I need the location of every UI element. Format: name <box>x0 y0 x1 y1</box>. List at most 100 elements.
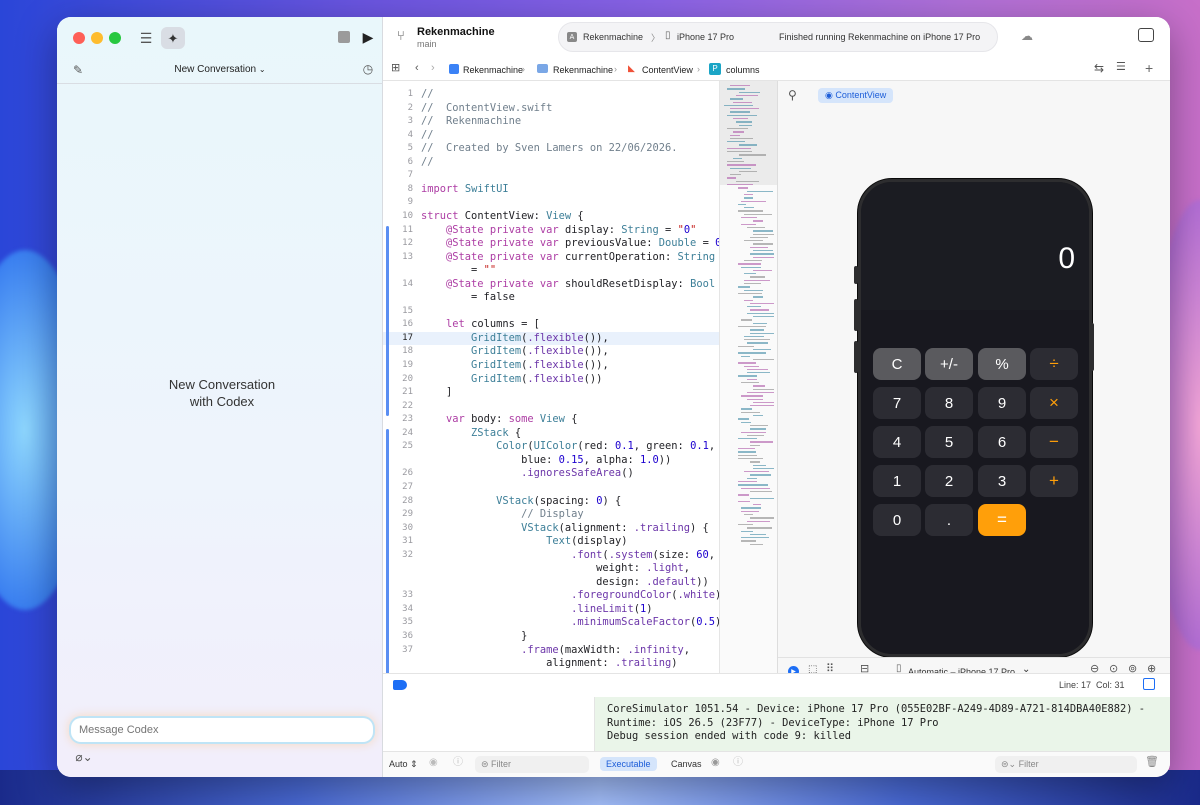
calc-button-multiply[interactable]: × <box>1030 387 1078 419</box>
breadcrumb-item-file[interactable]: ContentView <box>642 65 693 75</box>
calc-button-divide[interactable]: ÷ <box>1030 348 1078 380</box>
eye-icon[interactable]: ◉ <box>429 758 438 768</box>
calc-button-four[interactable]: 4 <box>873 426 921 458</box>
run-icon[interactable]: ▶ <box>361 29 375 45</box>
breadcrumb-item-project[interactable]: Rekenmachine <box>463 65 523 75</box>
calc-button-minus[interactable]: − <box>1030 426 1078 458</box>
minimap-line <box>738 263 761 265</box>
minimap-line <box>739 91 760 93</box>
trash-icon[interactable]: 🗑 <box>1145 757 1159 768</box>
minimap-line <box>750 517 774 519</box>
calc-button-two[interactable]: 2 <box>925 465 973 497</box>
scheme-selector[interactable]: Rekenmachine <box>583 32 643 42</box>
cloud-icon[interactable]: ☁ <box>1021 30 1033 42</box>
minimap-line <box>741 537 770 539</box>
add-editor-icon[interactable]: + <box>1145 61 1153 75</box>
line-number: 5 <box>407 143 413 154</box>
minimap-line <box>750 329 765 331</box>
info-icon[interactable]: ⓘ <box>453 758 463 768</box>
swap-icon[interactable]: ⇆ <box>1094 62 1104 74</box>
code-text: = "" <box>421 264 497 277</box>
zoom-window-button[interactable] <box>109 32 121 44</box>
code-text: struct ContentView: View { <box>421 209 584 222</box>
empty-state-message: New Conversation with Codex <box>57 376 387 410</box>
minimap-line <box>753 401 774 404</box>
sparkle-assistant-icon[interactable]: ✦ <box>161 27 185 49</box>
calc-button-one[interactable]: 1 <box>873 465 921 497</box>
minimap-line <box>744 213 773 216</box>
code-text: GridItem(.flexible()), <box>471 345 609 358</box>
branch-name: main <box>417 39 437 49</box>
minimize-window-button[interactable] <box>91 32 103 44</box>
minimap-line <box>738 325 767 328</box>
code-text: ] <box>421 386 453 399</box>
executable-tab[interactable]: Executable <box>600 757 657 771</box>
minimap-line <box>747 527 772 529</box>
variables-filter-field[interactable]: ⊜ Filter <box>475 756 589 773</box>
calc-button-three[interactable]: 3 <box>978 465 1026 497</box>
conversation-title-menu[interactable]: New Conversation ⌄ <box>57 64 383 75</box>
minimap-line <box>753 256 774 258</box>
canvas-tab[interactable]: Canvas <box>671 759 702 769</box>
breadcrumb-item-folder[interactable]: Rekenmachine <box>553 65 613 75</box>
calc-button-percent[interactable]: % <box>978 348 1026 380</box>
stop-icon[interactable] <box>338 31 350 43</box>
grid-icon[interactable]: ⊞ <box>391 63 400 74</box>
minimap-line <box>741 510 760 513</box>
phone-side-button <box>1090 323 1094 371</box>
minimap-line <box>750 246 768 249</box>
info-icon[interactable]: ⓘ <box>733 758 743 768</box>
project-name[interactable]: Rekenmachine <box>417 26 495 38</box>
history-icon[interactable]: ◷ <box>361 62 375 76</box>
message-input[interactable] <box>71 718 373 742</box>
minimap[interactable] <box>719 81 778 685</box>
debug-area-bar: Line: 17 Col: 31 <box>383 673 1170 697</box>
codex-sidebar: ☰ ✦ ✎ New Conversation ⌄ ◷ New Conversat… <box>57 17 383 777</box>
calc-button-five[interactable]: 5 <box>925 426 973 458</box>
device-selector[interactable]: iPhone 17 Pro <box>677 32 734 42</box>
code-text: // ContentView.swift <box>421 101 553 114</box>
minimap-line <box>750 332 774 334</box>
minimap-line <box>744 514 753 516</box>
eye-icon[interactable]: ◉ <box>711 758 720 768</box>
editor-options-icon[interactable]: ☰ <box>1116 62 1126 73</box>
minimap-line <box>744 193 754 196</box>
breakpoint-toggle-icon[interactable] <box>393 680 407 690</box>
calc-button-nine[interactable]: 9 <box>978 387 1026 419</box>
code-text: } <box>421 630 528 642</box>
breadcrumb: ⊞ ‹ › Rekenmachine › Rekenmachine › ◣ Co… <box>383 59 1170 81</box>
calc-button-plus[interactable]: + <box>1030 465 1078 497</box>
calc-button-eight[interactable]: 8 <box>925 387 973 419</box>
calc-button-decimal[interactable]: . <box>925 504 973 536</box>
close-window-button[interactable] <box>73 32 85 44</box>
auto-label: Auto <box>389 759 408 769</box>
calc-button-clear[interactable]: C <box>873 348 921 380</box>
minimap-line <box>753 464 767 466</box>
pin-icon[interactable]: ⚲ <box>788 89 797 101</box>
preview-tab[interactable]: ◉ ContentView <box>818 88 894 103</box>
breadcrumb-item-symbol[interactable]: columns <box>726 65 760 75</box>
calc-button-zero[interactable]: 0 <box>873 504 921 536</box>
minimap-line <box>727 164 757 166</box>
minimap-line <box>750 533 766 536</box>
minimap-line <box>738 292 763 295</box>
auto-selector[interactable]: Auto ⇕ <box>389 759 418 770</box>
minimap-line <box>741 217 757 219</box>
list-icon[interactable]: ☰ <box>137 29 155 47</box>
calc-button-seven[interactable]: 7 <box>873 387 921 419</box>
debug-panel-toggle-icon[interactable] <box>1143 678 1155 690</box>
calc-button-six[interactable]: 6 <box>978 426 1026 458</box>
minimap-viewport[interactable] <box>720 81 778 185</box>
console-filter-field[interactable]: ⊜⌄ Filter <box>995 756 1137 773</box>
calc-button-plus-minus[interactable]: +/- <box>925 348 973 380</box>
line-number: 2 <box>407 102 413 113</box>
back-icon[interactable]: ‹ <box>415 63 419 74</box>
forward-icon[interactable]: › <box>431 63 435 74</box>
calc-button-equals[interactable]: = <box>978 504 1026 536</box>
attachment-icon[interactable]: ⌀⌄ <box>73 750 95 764</box>
minimap-line <box>741 487 770 489</box>
inspector-toggle-icon[interactable] <box>1138 28 1154 42</box>
code-text: @State private var previousValue: Double… <box>446 237 721 250</box>
minimap-line <box>744 365 759 367</box>
minimap-line <box>744 289 764 291</box>
